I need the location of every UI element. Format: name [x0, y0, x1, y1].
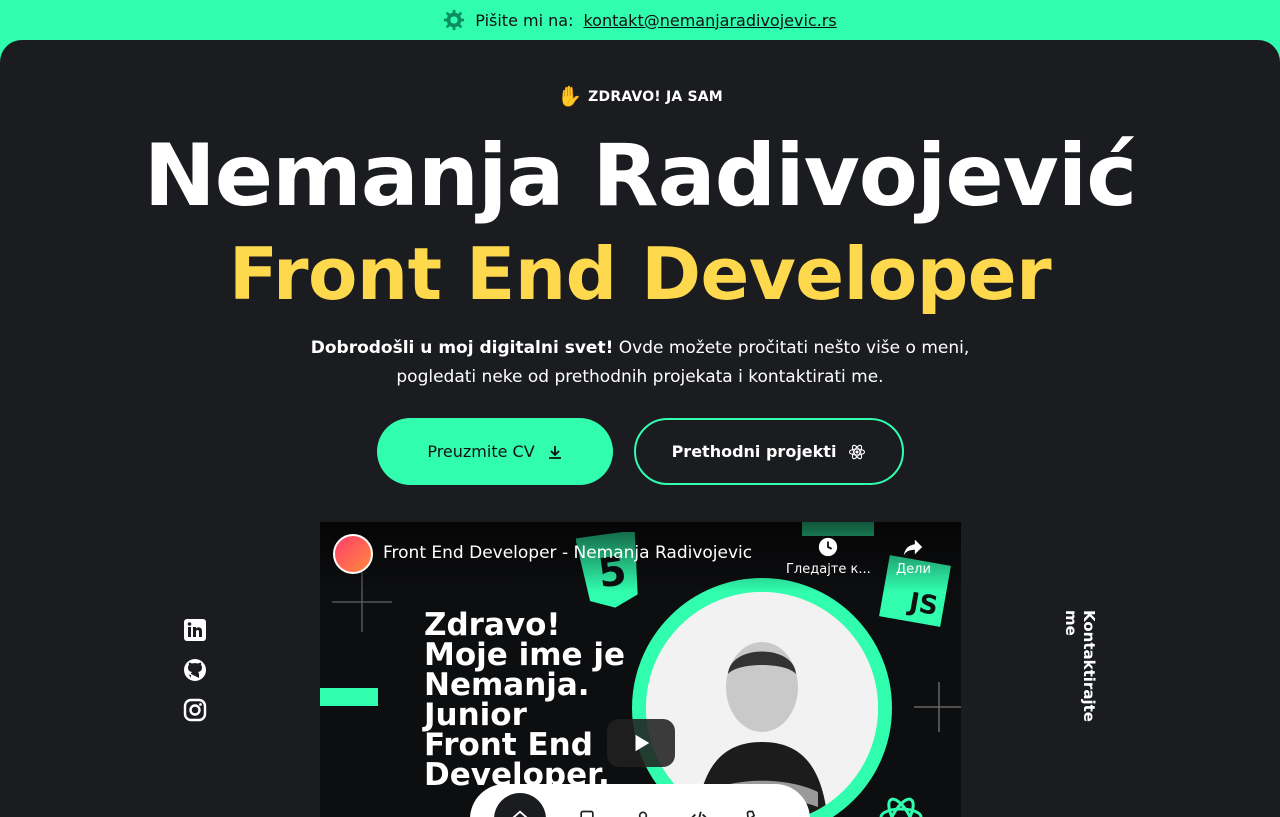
instagram-icon[interactable] [183, 698, 207, 722]
portrait-frame [632, 578, 892, 817]
nav-about-button[interactable] [628, 804, 658, 817]
intro-line1: Ovde možete pročitati nešto više o meni, [613, 338, 970, 358]
download-icon [548, 445, 561, 459]
social-links [183, 618, 207, 722]
nav-home-button[interactable] [494, 793, 546, 817]
nav-projects-button[interactable] [684, 804, 714, 817]
greeting: ✋ ZDRAVO! JA SAM [0, 84, 1280, 108]
previous-projects-button[interactable]: Prethodni projekti [634, 418, 904, 485]
intro-line2: pogledati neke od prethodnih projekata i… [396, 367, 884, 387]
contact-prefix: Pišite mi na: [475, 10, 574, 30]
intro-text: Dobrodošli u moj digitalni svet! Ovde mo… [0, 334, 1280, 392]
thumbnail-line: Zdravo! [424, 607, 561, 643]
js-badge-text: JS [906, 587, 941, 622]
play-button[interactable] [607, 719, 675, 767]
gear-icon [444, 9, 465, 31]
thumbnail-line: Moje ime je [424, 637, 625, 673]
download-cv-label: Preuzmite CV [427, 442, 535, 461]
wave-hand-icon: ✋ [557, 84, 583, 108]
github-icon[interactable] [183, 658, 207, 682]
watch-later-label: Гледајте к... [786, 562, 871, 577]
greeting-text: ZDRAVO! JA SAM [588, 89, 723, 105]
play-icon [635, 734, 650, 752]
share-arrow-icon [904, 539, 923, 556]
linkedin-icon[interactable] [183, 618, 207, 642]
share-label: Дели [896, 562, 931, 577]
code-icon [691, 811, 707, 817]
watch-later-button[interactable]: Гледајте к... [786, 536, 871, 577]
clock-icon [819, 537, 838, 557]
intro-video-embed[interactable]: 5 Zdravo! Moje ime je Nemanja. Junior Fr… [320, 522, 961, 817]
hero-name: Nemanja Radivojević [143, 126, 1137, 226]
thumbnail-line: Junior [424, 697, 527, 733]
contact-me-side-link[interactable]: Kontaktirajte me [1062, 610, 1098, 750]
react-logo-decor [879, 797, 923, 817]
decor-bar [320, 688, 378, 706]
download-cv-button[interactable]: Preuzmite CV [377, 418, 613, 485]
document-icon [580, 810, 594, 817]
thumbnail-line: Nemanja. [424, 667, 590, 703]
top-contact-bar: Pišite mi na: kontakt@nemanjaradivojevic… [0, 0, 1280, 40]
hero-role: Front End Developer [228, 232, 1052, 316]
hero-section: ✋ ZDRAVO! JA SAM Nemanja Radivojević Fron… [0, 40, 1280, 817]
channel-avatar[interactable] [333, 534, 373, 574]
user-icon [638, 811, 648, 817]
thumbnail-line: Front End [424, 727, 593, 763]
nav-resume-button[interactable] [572, 804, 602, 817]
contact-email-link[interactable]: kontakt@nemanjaradivojevic.rs [583, 11, 836, 30]
share-button[interactable]: Дели [896, 536, 931, 577]
home-icon [512, 810, 528, 817]
video-title[interactable]: Front End Developer - Nemanja Radivojevi… [383, 543, 752, 563]
thumbnail-text: Zdravo! Moje ime je Nemanja. Junior Fron… [424, 607, 625, 791]
intro-bold: Dobrodošli u moj digitalni svet! [310, 338, 614, 358]
phone-icon [746, 810, 756, 817]
react-atom-icon [849, 444, 866, 459]
previous-projects-label: Prethodni projekti [671, 442, 837, 461]
decor-cross [914, 682, 961, 732]
nav-contact-button[interactable] [740, 804, 770, 817]
bottom-nav-dock [470, 784, 810, 817]
